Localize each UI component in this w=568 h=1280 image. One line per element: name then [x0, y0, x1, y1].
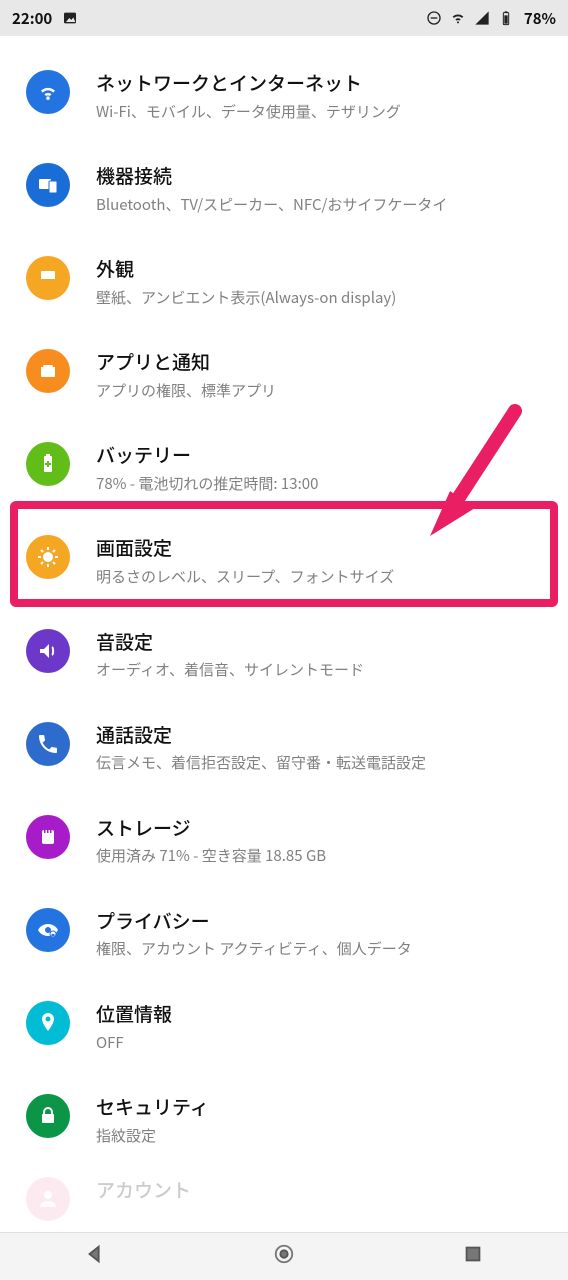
setting-appearance[interactable]: 外観 壁紙、アンビエント表示(Always-on display)	[0, 236, 568, 329]
home-icon	[273, 1243, 295, 1265]
setting-subtitle: 使用済み 71% - 空き容量 18.85 GB	[96, 845, 546, 868]
setting-title: プライバシー	[96, 908, 546, 935]
setting-location[interactable]: 位置情報 OFF	[0, 981, 568, 1074]
wallpaper-icon	[26, 256, 70, 300]
setting-title: 音設定	[96, 629, 546, 656]
status-bar: 22:00 78%	[0, 0, 568, 36]
battery-icon	[498, 10, 514, 26]
setting-display[interactable]: 画面設定 明るさのレベル、スリープ、フォントサイズ	[0, 515, 568, 608]
nav-home-button[interactable]	[243, 1233, 325, 1280]
brightness-icon	[26, 535, 70, 579]
setting-sound[interactable]: 音設定 オーディオ、着信音、サイレントモード	[0, 609, 568, 702]
setting-title: 画面設定	[96, 535, 546, 562]
nav-recent-button[interactable]	[432, 1233, 514, 1280]
settings-list: ネットワークとインターネット Wi-Fi、モバイル、データ使用量、テザリング 機…	[0, 36, 568, 1221]
nav-back-button[interactable]	[54, 1233, 136, 1280]
back-icon	[84, 1243, 106, 1265]
setting-title: 通話設定	[96, 722, 546, 749]
apps-icon	[26, 349, 70, 393]
phone-icon	[26, 722, 70, 766]
setting-subtitle: アプリの権限、標準アプリ	[96, 380, 546, 403]
setting-subtitle: Bluetooth、TV/スピーカー、NFC/おサイフケータイ	[96, 194, 546, 217]
account-icon	[26, 1177, 70, 1221]
setting-subtitle: 指紋設定	[96, 1125, 546, 1148]
setting-title: ストレージ	[96, 815, 546, 842]
setting-title: 外観	[96, 256, 546, 283]
status-time: 22:00	[12, 8, 52, 29]
setting-subtitle: 伝言メモ、着信拒否設定、留守番・転送電話設定	[96, 752, 546, 775]
location-icon	[26, 1001, 70, 1045]
setting-title: バッテリー	[96, 442, 546, 469]
setting-security[interactable]: セキュリティ 指紋設定	[0, 1074, 568, 1167]
setting-subtitle: OFF	[96, 1032, 546, 1055]
setting-title: セキュリティ	[96, 1094, 546, 1121]
signal-icon	[474, 10, 490, 26]
wifi-icon	[26, 70, 70, 114]
storage-icon	[26, 815, 70, 859]
battery-icon	[26, 442, 70, 486]
navigation-bar	[0, 1232, 568, 1280]
setting-battery[interactable]: バッテリー 78% - 電池切れの推定時間: 13:00	[0, 422, 568, 515]
setting-title: アカウント	[96, 1177, 546, 1204]
image-icon	[62, 10, 78, 26]
setting-title: 位置情報	[96, 1001, 546, 1028]
privacy-icon	[26, 908, 70, 952]
setting-apps[interactable]: アプリと通知 アプリの権限、標準アプリ	[0, 329, 568, 422]
setting-privacy[interactable]: プライバシー 権限、アカウント アクティビティ、個人データ	[0, 888, 568, 981]
setting-devices[interactable]: 機器接続 Bluetooth、TV/スピーカー、NFC/おサイフケータイ	[0, 143, 568, 236]
setting-call[interactable]: 通話設定 伝言メモ、着信拒否設定、留守番・転送電話設定	[0, 702, 568, 795]
setting-subtitle: Wi-Fi、モバイル、データ使用量、テザリング	[96, 101, 546, 124]
setting-title: ネットワークとインターネット	[96, 70, 546, 97]
dnd-icon	[426, 10, 442, 26]
sound-icon	[26, 629, 70, 673]
setting-title: 機器接続	[96, 163, 546, 190]
wifi-icon	[450, 10, 466, 26]
devices-icon	[26, 163, 70, 207]
setting-subtitle: オーディオ、着信音、サイレントモード	[96, 659, 546, 682]
setting-title: アプリと通知	[96, 349, 546, 376]
lock-icon	[26, 1094, 70, 1138]
recent-icon	[462, 1243, 484, 1265]
setting-account[interactable]: アカウント	[0, 1167, 568, 1221]
setting-network[interactable]: ネットワークとインターネット Wi-Fi、モバイル、データ使用量、テザリング	[0, 50, 568, 143]
status-battery-pct: 78%	[524, 8, 556, 29]
setting-subtitle: 権限、アカウント アクティビティ、個人データ	[96, 938, 546, 961]
setting-subtitle: 78% - 電池切れの推定時間: 13:00	[96, 473, 546, 496]
setting-storage[interactable]: ストレージ 使用済み 71% - 空き容量 18.85 GB	[0, 795, 568, 888]
setting-subtitle: 明るさのレベル、スリープ、フォントサイズ	[96, 566, 546, 589]
setting-subtitle: 壁紙、アンビエント表示(Always-on display)	[96, 287, 546, 310]
